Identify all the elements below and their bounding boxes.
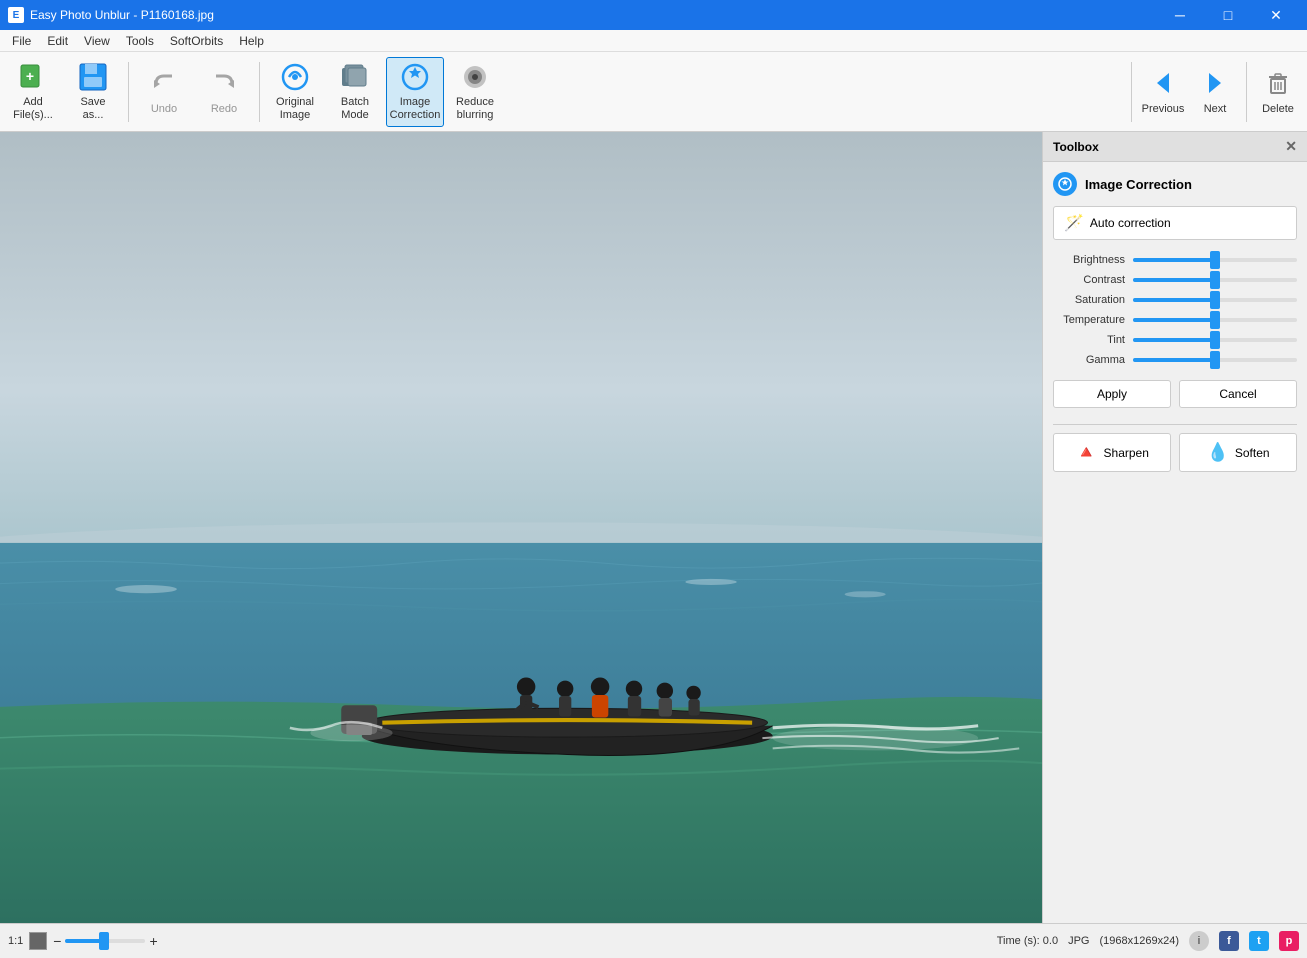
save-icon — [77, 61, 109, 93]
previous-icon — [1149, 69, 1177, 100]
original-icon — [279, 61, 311, 93]
apply-button[interactable]: Apply — [1053, 380, 1171, 408]
zoom-slider[interactable] — [65, 939, 145, 943]
reduce-icon — [459, 61, 491, 93]
redo-icon — [208, 68, 240, 100]
add-file-icon: + — [17, 61, 49, 93]
delete-button[interactable]: Delete — [1253, 57, 1303, 127]
action-buttons: Apply Cancel — [1053, 380, 1297, 408]
saturation-label: Saturation — [1053, 294, 1133, 306]
toolbar-sep-4 — [1246, 62, 1247, 122]
tint-label: Tint — [1053, 334, 1133, 346]
tint-slider[interactable] — [1133, 338, 1297, 342]
save-button[interactable]: Save as... — [64, 57, 122, 127]
app-title: Easy Photo Unblur - P1160168.jpg — [30, 8, 214, 22]
zoom-controls: − + — [53, 933, 157, 949]
gamma-row: Gamma — [1053, 354, 1297, 366]
facebook-icon[interactable]: f — [1219, 931, 1239, 951]
menu-bar: File Edit View Tools SoftOrbits Help — [0, 30, 1307, 52]
section-icon — [1053, 172, 1077, 196]
toolbox-title: Toolbox — [1053, 140, 1099, 154]
toolbar-sep-2 — [259, 62, 260, 122]
sharpen-button[interactable]: 🔺 Sharpen — [1053, 433, 1171, 472]
correction-icon — [399, 61, 431, 93]
contrast-slider[interactable] — [1133, 278, 1297, 282]
toolbar-sep-3 — [1131, 62, 1132, 122]
info-icon[interactable]: i — [1189, 931, 1209, 951]
status-bar-left: 1:1 − + — [8, 932, 158, 950]
menu-file[interactable]: File — [4, 32, 39, 50]
delete-icon — [1264, 69, 1292, 100]
social-icon-3[interactable]: p — [1279, 931, 1299, 951]
section-title: Image Correction — [1085, 177, 1192, 192]
thumbnail-icon — [29, 932, 47, 950]
menu-tools[interactable]: Tools — [118, 32, 162, 50]
format-label: JPG — [1068, 935, 1089, 947]
zoom-level: 1:1 — [8, 935, 23, 947]
image-correction-button[interactable]: Image Correction — [386, 57, 444, 127]
temperature-row: Temperature — [1053, 314, 1297, 326]
toolbar-right: Previous Next — [1127, 57, 1303, 127]
main-area: Toolbox ✕ Image Correction 🪄 Auto correc… — [0, 132, 1307, 923]
original-image-button[interactable]: Original Image — [266, 57, 324, 127]
status-bar: 1:1 − + Time (s): 0.0 JPG (1968x1269x24)… — [0, 923, 1307, 958]
toolbox-content: Image Correction 🪄 Auto correction Brigh… — [1043, 162, 1307, 923]
temperature-slider[interactable] — [1133, 318, 1297, 322]
sharpen-icon: 🔺 — [1075, 442, 1097, 463]
batch-mode-button[interactable]: Batch Mode — [326, 57, 384, 127]
toolbar-sep-1 — [128, 62, 129, 122]
dimensions-label: (1968x1269x24) — [1099, 935, 1179, 947]
brightness-slider[interactable] — [1133, 258, 1297, 262]
toolbox-panel: Toolbox ✕ Image Correction 🪄 Auto correc… — [1042, 132, 1307, 923]
menu-softorbits[interactable]: SoftOrbits — [162, 32, 231, 50]
next-button[interactable]: Next — [1190, 57, 1240, 127]
toolbox-header: Toolbox ✕ — [1043, 132, 1307, 162]
contrast-label: Contrast — [1053, 274, 1133, 286]
gamma-slider[interactable] — [1133, 358, 1297, 362]
toolbox-divider — [1053, 424, 1297, 425]
brightness-label: Brightness — [1053, 254, 1133, 266]
menu-help[interactable]: Help — [231, 32, 272, 50]
tint-row: Tint — [1053, 334, 1297, 346]
saturation-row: Saturation — [1053, 294, 1297, 306]
minimize-button[interactable]: ─ — [1157, 0, 1203, 30]
reduce-blurring-button[interactable]: Reduce blurring — [446, 57, 504, 127]
time-label: Time (s): 0.0 — [997, 935, 1058, 947]
maximize-button[interactable]: □ — [1205, 0, 1251, 30]
zoom-plus-icon[interactable]: + — [149, 933, 157, 949]
add-file-button[interactable]: + Add File(s)... — [4, 57, 62, 127]
close-button[interactable]: ✕ — [1253, 0, 1299, 30]
contrast-row: Contrast — [1053, 274, 1297, 286]
zoom-min-icon[interactable]: − — [53, 933, 61, 949]
app-icon: E — [8, 7, 24, 23]
cancel-button[interactable]: Cancel — [1179, 380, 1297, 408]
menu-edit[interactable]: Edit — [39, 32, 76, 50]
saturation-slider[interactable] — [1133, 298, 1297, 302]
toolbox-section-header: Image Correction — [1053, 172, 1297, 196]
image-area[interactable] — [0, 132, 1042, 923]
gamma-label: Gamma — [1053, 354, 1133, 366]
toolbox-close-button[interactable]: ✕ — [1285, 138, 1297, 155]
batch-icon — [339, 61, 371, 93]
previous-button[interactable]: Previous — [1138, 57, 1188, 127]
redo-button[interactable]: Redo — [195, 57, 253, 127]
twitter-icon[interactable]: t — [1249, 931, 1269, 951]
auto-correction-button[interactable]: 🪄 Auto correction — [1053, 206, 1297, 240]
soften-button[interactable]: 💧 Soften — [1179, 433, 1297, 472]
toolbar: + Add File(s)... Save as... Undo — [0, 52, 1307, 132]
status-bar-right: Time (s): 0.0 JPG (1968x1269x24) i f t p — [997, 931, 1299, 951]
undo-button[interactable]: Undo — [135, 57, 193, 127]
sharpen-soften-row: 🔺 Sharpen 💧 Soften — [1053, 433, 1297, 472]
temperature-label: Temperature — [1053, 314, 1133, 326]
next-icon — [1201, 69, 1229, 100]
soften-icon: 💧 — [1206, 442, 1228, 463]
wand-icon: 🪄 — [1064, 213, 1084, 233]
title-bar: E Easy Photo Unblur - P1160168.jpg ─ □ ✕ — [0, 0, 1307, 30]
menu-view[interactable]: View — [76, 32, 118, 50]
brightness-row: Brightness — [1053, 254, 1297, 266]
svg-text:+: + — [26, 68, 34, 84]
undo-icon — [148, 68, 180, 100]
